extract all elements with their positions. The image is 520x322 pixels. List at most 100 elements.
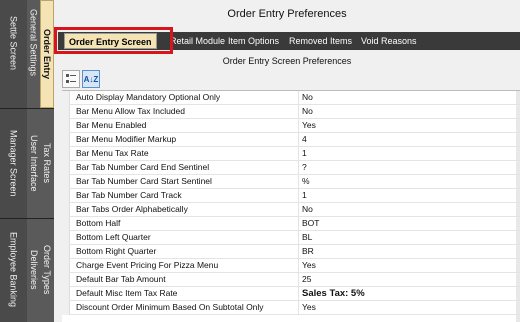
vtab-label: Settle Screen: [8, 15, 19, 71]
categorized-glyph: [66, 74, 76, 83]
property-name: Bar Tabs Order Alphabetically: [76, 204, 188, 214]
property-row[interactable]: Bottom Left Quarter BL: [62, 231, 520, 245]
vtab-order-entry[interactable]: Order Entry: [40, 0, 54, 108]
highlight-box: [54, 27, 173, 54]
property-row[interactable]: Bar Tabs Order Alphabetically No: [62, 203, 520, 217]
property-value[interactable]: BOT: [302, 217, 512, 231]
row-gutter: [62, 147, 70, 161]
vtab-label: General Settings: [28, 9, 39, 77]
row-gutter: [62, 217, 70, 231]
vtab-user-interface[interactable]: User Interface: [27, 108, 41, 218]
column-divider: [298, 287, 299, 301]
property-value[interactable]: Yes: [302, 301, 512, 315]
window-title: Order Entry Preferences: [227, 8, 347, 20]
property-value[interactable]: 4: [302, 133, 512, 147]
property-row[interactable]: Default Bar Tab Amount 25: [62, 273, 520, 287]
property-row[interactable]: Auto Display Mandatory Optional Only No: [62, 91, 520, 105]
vtab-label: Manager Screen: [8, 129, 19, 197]
property-name: Bottom Left Quarter: [76, 232, 151, 242]
property-row[interactable]: Bottom Half BOT: [62, 217, 520, 231]
vtab-order-types[interactable]: Order Types: [40, 218, 54, 322]
property-row[interactable]: Bar Tab Number Card End Sentinel?: [62, 161, 520, 175]
categorized-icon[interactable]: [62, 70, 80, 88]
property-value[interactable]: 1: [302, 189, 512, 203]
tab-item-options[interactable]: Item Options: [228, 32, 279, 50]
property-value[interactable]: Yes: [302, 119, 512, 133]
main-panel: Order Entry Preferences Order Entry Scre…: [54, 0, 520, 322]
row-gutter: [62, 287, 70, 301]
vtab-label: User Interface: [29, 134, 39, 192]
row-gutter: [62, 273, 70, 287]
column-divider: [298, 245, 299, 259]
column-divider: [298, 147, 299, 161]
row-gutter: [62, 259, 70, 273]
vtab-label: Deliveries: [29, 250, 39, 290]
column-divider: [298, 133, 299, 147]
vtab-settle-screen[interactable]: Settle Screen: [0, 0, 27, 86]
property-value[interactable]: 25: [302, 273, 512, 287]
vtab-manager-screen[interactable]: Manager Screen: [0, 108, 27, 218]
row-gutter: [62, 161, 70, 175]
tab-void-reasons[interactable]: Void Reasons: [361, 32, 417, 50]
column-divider: [298, 217, 299, 231]
property-row[interactable]: Charge Event Pricing For Pizza Menu Yes: [62, 259, 520, 273]
panel-subtitle: Order Entry Screen Preferences: [222, 56, 352, 66]
vtab-label: Order Types: [42, 245, 52, 295]
property-row[interactable]: Default Misc Item Tax Rate Sales Tax: 5%: [62, 287, 520, 301]
row-gutter: [62, 91, 70, 105]
alphabetical-sort-icon[interactable]: A↓Z: [82, 70, 100, 88]
row-gutter: [62, 175, 70, 189]
vertical-tab-strip: Settle Screen General Settings Order Ent…: [0, 0, 54, 322]
property-row[interactable]: Bar Tab Number Card Start Sentinel%: [62, 175, 520, 189]
row-gutter: [62, 133, 70, 147]
property-name: Bar Tab Number Card End Sentinel: [76, 162, 210, 172]
tab-retail-module[interactable]: Retail Module: [170, 32, 225, 50]
property-row[interactable]: Bar Menu Allow Tax Included No: [62, 105, 520, 119]
row-gutter: [62, 119, 70, 133]
vtab-deliveries[interactable]: Deliveries: [27, 218, 41, 322]
property-value[interactable]: Sales Tax: 5%: [302, 287, 512, 301]
property-row[interactable]: Bar Tab Number Card Track 1: [62, 189, 520, 203]
property-name: Bar Menu Allow Tax Included: [76, 106, 185, 116]
property-value[interactable]: No: [302, 203, 512, 217]
vtab-tax-rates[interactable]: Tax Rates: [40, 108, 54, 218]
property-value[interactable]: 1: [302, 147, 512, 161]
property-row[interactable]: Bar Menu Tax Rate 1: [62, 147, 520, 161]
property-value[interactable]: %: [302, 175, 512, 189]
property-name: Default Misc Item Tax Rate: [76, 288, 178, 298]
column-divider: [298, 189, 299, 203]
property-value[interactable]: BL: [302, 231, 512, 245]
property-row[interactable]: Bar Menu Enabled Yes: [62, 119, 520, 133]
property-value[interactable]: Yes: [302, 259, 512, 273]
column-divider: [298, 91, 299, 105]
column-divider: [298, 161, 299, 175]
property-value[interactable]: ?: [302, 161, 512, 175]
property-row[interactable]: Bottom Right Quarter BR: [62, 245, 520, 259]
vtab-label: Employee Banking: [8, 232, 19, 308]
property-name: Discount Order Minimum Based On Subtotal…: [76, 302, 264, 312]
property-name: Bar Menu Enabled: [76, 120, 147, 130]
property-name: Bar Menu Modifier Markup: [76, 134, 177, 144]
property-row[interactable]: Bar Menu Modifier Markup 4: [62, 133, 520, 147]
column-divider: [298, 301, 299, 315]
property-value[interactable]: BR: [302, 245, 512, 259]
column-divider: [298, 119, 299, 133]
row-gutter: [62, 189, 70, 203]
property-grid: Auto Display Mandatory Optional Only No Ba…: [62, 90, 520, 322]
column-divider: [298, 175, 299, 189]
property-row[interactable]: Discount Order Minimum Based On Subtotal…: [62, 301, 520, 315]
property-value[interactable]: No: [302, 105, 512, 119]
column-divider: [298, 203, 299, 217]
vtab-employee-banking[interactable]: Employee Banking: [0, 218, 27, 322]
az-glyph: A↓Z: [83, 74, 99, 84]
column-divider: [298, 231, 299, 245]
property-name: Bar Menu Tax Rate: [76, 148, 149, 158]
property-name: Bottom Half: [76, 218, 121, 228]
property-name: Default Bar Tab Amount: [76, 274, 166, 284]
vtab-label: Tax Rates: [42, 142, 52, 184]
row-gutter: [62, 203, 70, 217]
property-value[interactable]: No: [302, 91, 512, 105]
tab-removed-items[interactable]: Removed Items: [289, 32, 352, 50]
vtab-general-settings[interactable]: General Settings: [27, 0, 40, 86]
vtab-label: Order Entry: [42, 28, 52, 79]
